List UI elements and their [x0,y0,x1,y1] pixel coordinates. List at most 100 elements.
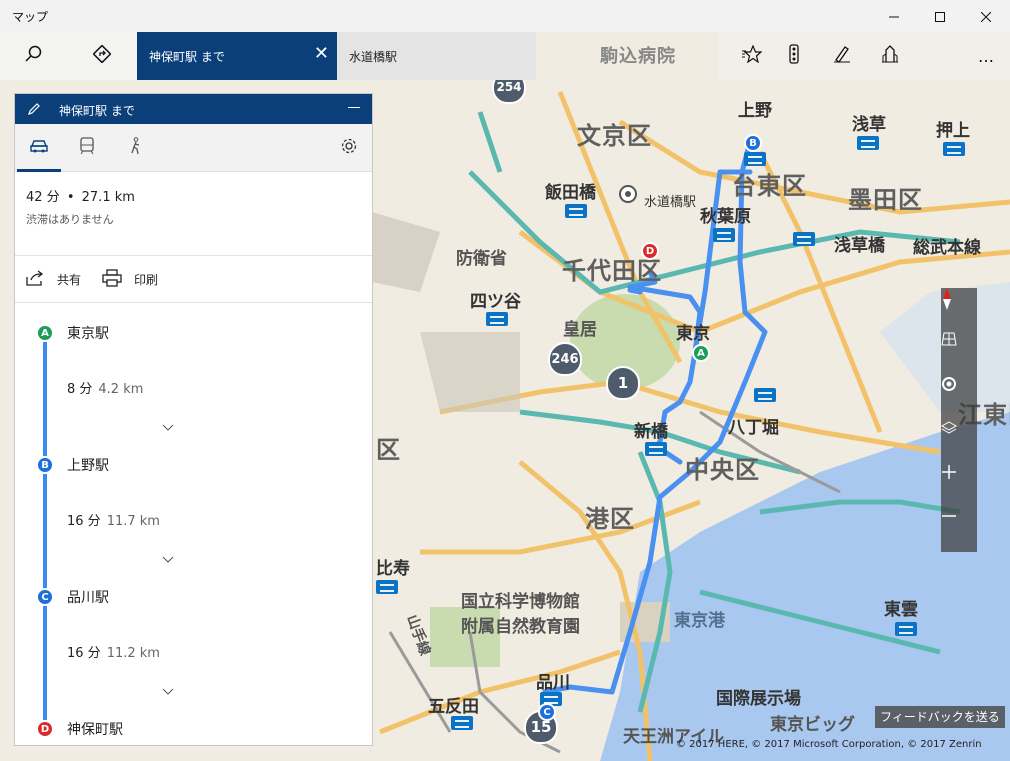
mode-transit[interactable] [63,124,111,172]
map-label-iidabashi: 飯田橋 [545,183,596,203]
tab-suidobashi[interactable]: 水道橋駅 [337,32,536,80]
mode-drive[interactable] [15,124,63,172]
route-shield-246: 246 [548,342,582,376]
share-button[interactable]: 共有 [25,256,81,303]
map-label-kokusai: 国際展示場 [716,689,801,709]
tab-label: 水道橋駅 [349,50,398,64]
feedback-button[interactable]: フィードバックを送る [875,706,1005,728]
map-label-sobu-line: 総武本線 [913,238,981,258]
favorites-button[interactable] [728,32,776,80]
route-pin-d[interactable]: D [641,242,659,260]
walk-icon [127,137,143,159]
share-label: 共有 [57,273,82,287]
map-label-asakusa: 浅草 [852,115,886,135]
map-label-asakusabashi: 浅草橋 [834,236,885,256]
print-label: 印刷 [134,273,159,287]
panel-header: 神保町駅 まで [15,94,372,124]
locate-icon[interactable] [941,376,977,420]
separator: • [66,190,75,205]
map-label-akihabara: 秋葉原 [700,207,751,227]
map-label-shinonome: 東雲 [884,600,918,620]
station-icon [895,622,917,636]
leg-1[interactable]: 8 分 4.2 km [67,378,143,397]
map-label-gotanda: 五反田 [428,697,479,717]
poi-marker-icon[interactable] [619,185,637,203]
close-icon [980,7,992,26]
leg-2[interactable]: 16 分 11.7 km [67,510,160,529]
ink-button[interactable] [818,32,866,80]
directions-panel: 神保町駅 まで 42 分 • 27.1 km 渋滞はありません 共有 印刷 A … [14,93,373,746]
print-icon [102,269,134,290]
station-icon [565,204,587,218]
map-label-ueno: 上野 [738,101,772,121]
search-icon [25,45,43,67]
map-toolbar-right: … [718,32,1010,80]
search-button[interactable] [0,32,68,80]
route-duration: 42 分 [26,190,60,205]
more-icon: … [978,46,994,66]
leg-3[interactable]: 16 分 11.2 km [67,642,160,661]
map-label-shinagawa: 品川 [536,673,570,693]
map-label-suidobashi: 水道橋駅 [644,195,697,210]
route-pin-c[interactable]: C [538,703,556,721]
ink-icon [833,45,851,67]
settings-icon [340,137,358,159]
tab-label: 神保町駅 まで [149,50,225,64]
title-bar: マップ [0,0,1010,32]
map-label-yotsuya: 四ツ谷 [470,292,521,312]
tilt-icon[interactable] [941,332,977,376]
directions-button[interactable] [68,32,136,80]
stop-name[interactable]: 上野駅 [67,455,109,475]
maximize-button[interactable] [917,0,963,32]
leg-distance: 4.2 km [98,382,144,397]
route-summary[interactable]: 42 分 • 27.1 km 渋滞はありません [15,172,372,256]
directions-icon [92,44,112,67]
stop-name[interactable]: 品川駅 [67,587,109,607]
route-actions: 共有 印刷 [15,256,372,303]
stop-name[interactable]: 東京駅 [67,323,109,343]
mode-walk[interactable] [111,124,159,172]
route-steps: A 東京駅 8 分 4.2 km B 上野駅 16 分 11.7 km C 品川駅 … [15,303,372,744]
stop-marker-c: C [36,588,54,606]
layers-icon[interactable] [941,420,977,464]
3d-cities-icon [881,44,899,68]
app-title: マップ [12,10,49,24]
minimize-button[interactable] [871,0,917,32]
station-icon [943,142,965,156]
map-label-kokyo: 皇居 [563,320,597,340]
route-pin-b[interactable]: B [744,134,762,152]
map-label-shinbashi: 新橋 [634,422,668,442]
station-icon [744,152,766,166]
map-label-taito: 台東区 [732,172,807,200]
map-label-museum-1: 国立科学博物館 [461,592,580,612]
route-settings-button[interactable] [325,124,372,172]
expand-leg-chevron-down-icon[interactable] [162,681,174,695]
expand-leg-chevron-down-icon[interactable] [162,549,174,563]
zoom-out-icon[interactable] [941,508,977,552]
map-label-tokyoko: 東京港 [674,611,725,631]
close-button[interactable] [963,0,1009,32]
3d-cities-button[interactable] [866,32,914,80]
map-label-tokyo-big: 東京ビッグ [770,715,855,735]
collapse-panel-icon[interactable] [348,107,360,108]
map-label-sumida: 墨田区 [848,186,923,214]
close-tab-icon[interactable]: ✕ [314,45,329,63]
stop-name[interactable]: 神保町駅 [67,719,123,739]
traffic-button[interactable] [770,32,818,80]
station-icon [376,580,398,594]
expand-leg-chevron-down-icon[interactable] [162,417,174,431]
route-pin-a[interactable]: A [692,344,710,362]
print-button[interactable]: 印刷 [102,256,158,303]
leg-distance: 11.2 km [106,646,160,661]
compass-icon[interactable] [941,288,977,332]
zoom-in-icon[interactable] [941,464,977,508]
stop-marker-a: A [36,324,54,342]
more-button[interactable]: … [962,32,1010,80]
route-shield-1: 1 [606,366,640,400]
map-label-minato: 港区 [585,505,635,533]
tab-directions-jimbocho[interactable]: 神保町駅 まで ✕ [137,32,337,80]
map-label-tokyo: 東京 [676,324,710,344]
map-label-museum-2: 附属自然教育園 [461,617,580,637]
top-toolbar: 神保町駅 まで ✕ 水道橋駅 [0,32,536,80]
edit-icon[interactable] [27,101,41,120]
